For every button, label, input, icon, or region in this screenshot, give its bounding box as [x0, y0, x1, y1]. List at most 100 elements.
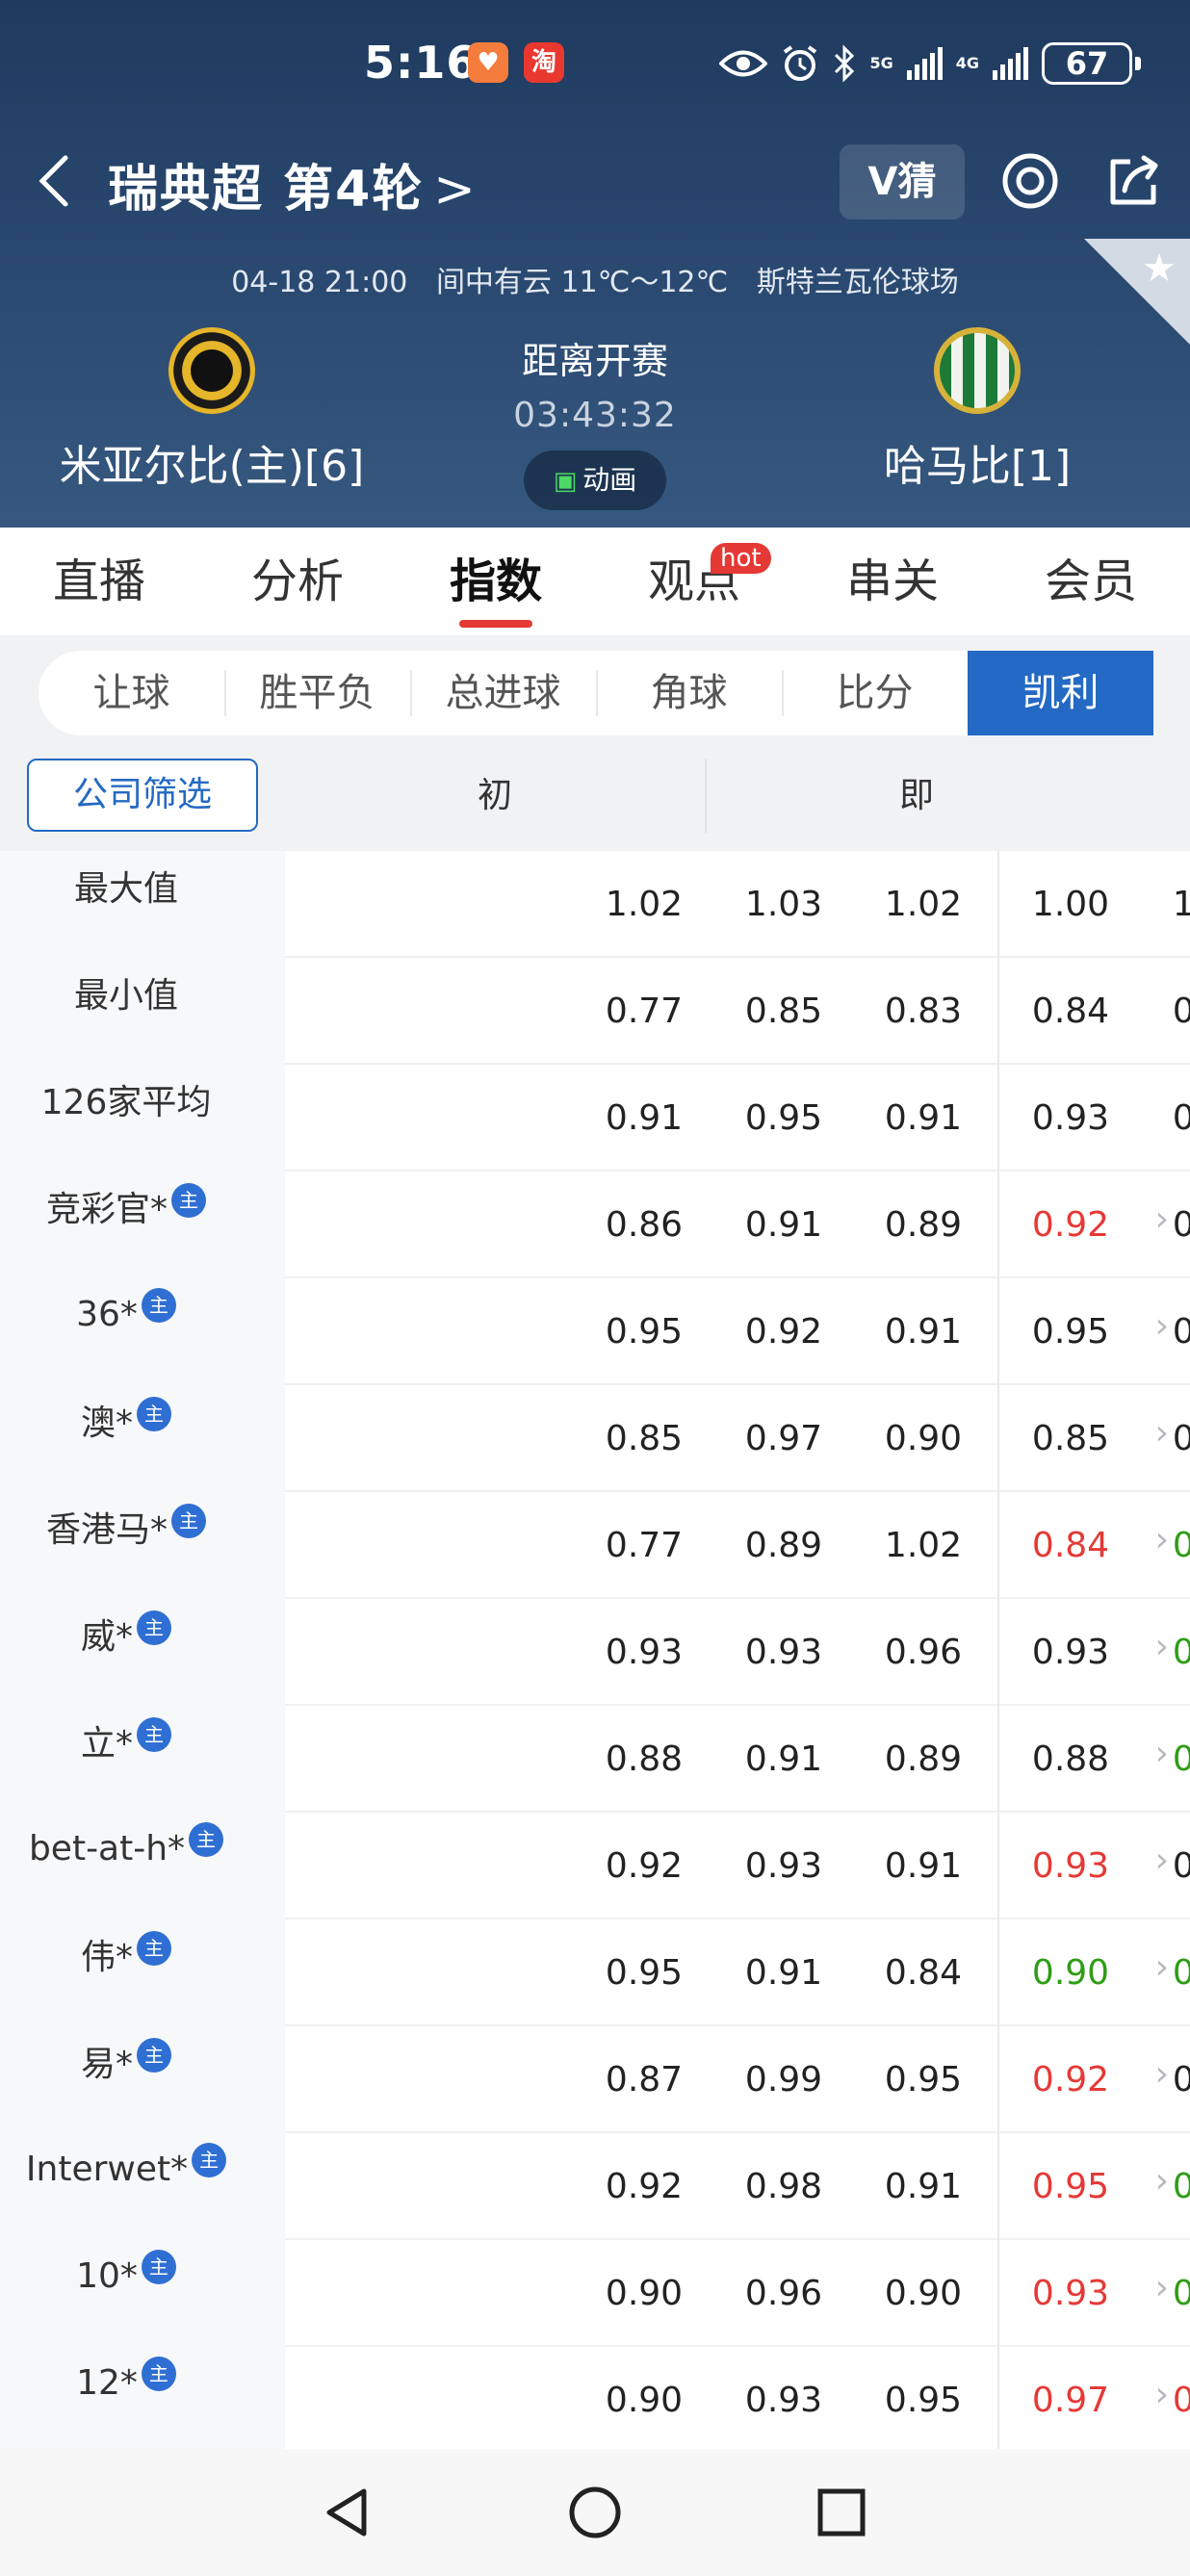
table-row[interactable]: 威*主0.930.930.960.930.920.95› — [0, 1599, 1190, 1706]
company-name-wrap: 竞彩官* 主 — [0, 1181, 252, 1231]
column-divider — [997, 1706, 999, 1813]
chevron-right-icon[interactable]: › — [1155, 2026, 1169, 2123]
app-notification-icon: ♥ — [468, 42, 508, 83]
odds-cells: 0.880.910.890.880.880.91› — [285, 1706, 1190, 1813]
initial-odds-cell: 0.77 — [605, 1526, 684, 1565]
hot-badge: hot — [711, 543, 771, 574]
column-divider — [997, 1813, 999, 1919]
table-row[interactable]: Interwet*主 0.920.980.910.950.920.95› — [0, 2133, 1190, 2240]
column-divider — [997, 1278, 999, 1385]
chevron-right-icon[interactable]: › — [1155, 2133, 1169, 2229]
table-row[interactable]: 立*主0.880.910.890.880.880.91› — [0, 1706, 1190, 1813]
initial-odds-cell: 0.98 — [744, 2167, 823, 2206]
chevron-right-icon[interactable]: › — [1155, 1599, 1169, 1695]
live-odds-cell: 0.93 — [1031, 1633, 1110, 1672]
initial-odds-cell: 0.92 — [744, 1312, 823, 1352]
v-guess-button[interactable]: V猜 — [840, 144, 965, 219]
company-name: 12* — [76, 2363, 138, 2403]
back-arrow-icon[interactable] — [29, 152, 87, 210]
odds-cells: 0.920.980.910.950.920.95› — [285, 2133, 1190, 2240]
company-name: bet-at-h* — [28, 1829, 186, 1868]
table-row[interactable]: 12*主0.900.930.950.970.950.94› — [0, 2347, 1190, 2449]
initial-odds-cell: 1.02 — [884, 1526, 963, 1565]
match-datetime: 04-18 21:00 — [231, 266, 408, 299]
signal-4g-icon — [993, 47, 1028, 80]
match-weather: 间中有云 11℃～12℃ — [435, 266, 729, 299]
subtab-corners[interactable]: 角球 — [596, 651, 782, 735]
tab-parlay[interactable]: 串关 — [793, 528, 992, 635]
initial-odds-cell: 0.91 — [744, 1739, 823, 1779]
subtab-1x2[interactable]: 胜平负 — [224, 651, 410, 735]
chevron-right-icon[interactable]: › — [1155, 1492, 1169, 1588]
odds-type-bar: 让球 胜平负 总进球 角球 比分 凯利 — [0, 635, 1190, 759]
table-row[interactable]: 伟*主0.950.910.840.900.890.89› — [0, 1919, 1190, 2026]
column-divider — [997, 1172, 999, 1278]
table-row[interactable]: 10*主0.900.960.900.930.930.93› — [0, 2240, 1190, 2347]
initial-odds-cell: 0.91 — [884, 1846, 963, 1886]
initial-odds-cell: 0.95 — [605, 1312, 684, 1352]
target-icon[interactable] — [999, 150, 1061, 212]
tab-odds[interactable]: 指数 — [397, 528, 595, 635]
initial-odds-cell: 0.90 — [884, 1419, 963, 1458]
company-name-wrap: Interwet* 主 — [0, 2143, 252, 2189]
table-row: 最小值0.770.850.830.840.850.82 — [0, 958, 1190, 1065]
home-team[interactable]: 米亚尔比(主)[6] — [19, 327, 404, 493]
table-row[interactable]: 36*主0.950.920.910.950.920.95› — [0, 1278, 1190, 1385]
chevron-right-icon[interactable]: › — [1155, 1278, 1169, 1375]
nav-home-icon[interactable] — [564, 2482, 626, 2543]
status-time: 5:16 — [364, 37, 479, 89]
table-row[interactable]: 易*主0.870.990.950.920.990.91› — [0, 2026, 1190, 2133]
nav-back-icon[interactable] — [318, 2482, 379, 2543]
initial-odds-cell: 0.91 — [884, 1312, 963, 1352]
subtab-kelly[interactable]: 凯利 — [968, 651, 1153, 735]
odds-cells: 0.900.930.950.970.950.94› — [285, 2347, 1190, 2449]
table-row[interactable]: 竞彩官*主0.860.910.890.920.910.85› — [0, 1172, 1190, 1278]
kickoff-countdown: 距离开赛 03:43:32 ▣ 动画 — [402, 331, 788, 510]
table-row[interactable]: bet-at-h*主0.920.930.910.930.930.93› — [0, 1813, 1190, 1919]
company-cell: 126家平均 — [0, 1065, 285, 1172]
company-filter-button[interactable]: 公司筛选 — [27, 759, 258, 832]
tab-member[interactable]: 会员 — [992, 528, 1190, 635]
column-divider — [997, 1599, 999, 1706]
chevron-right-icon[interactable]: › — [1155, 2347, 1169, 2443]
share-icon[interactable] — [1103, 150, 1165, 212]
away-team[interactable]: 哈马比[1] — [785, 327, 1170, 493]
table-row[interactable]: 澳*主0.850.970.900.850.970.90› — [0, 1385, 1190, 1492]
tab-analysis[interactable]: 分析 — [198, 528, 397, 635]
chevron-right-icon[interactable]: › — [1155, 1172, 1169, 1268]
live-odds-cell: 0.88 — [1031, 1739, 1110, 1779]
eye-icon — [719, 40, 768, 87]
company-cell: 10* 主 — [0, 2240, 285, 2347]
match-venue: 斯特兰瓦伦球场 — [756, 266, 959, 299]
company-name: 36* — [76, 1295, 138, 1334]
initial-odds-cell: 1.02 — [605, 885, 684, 924]
initial-odds-cell: 0.95 — [884, 2381, 963, 2420]
company-cell: 36* 主 — [0, 1278, 285, 1385]
star-icon[interactable]: ★ — [1142, 246, 1177, 291]
chevron-right-icon[interactable]: › — [1155, 2240, 1169, 2336]
tab-live[interactable]: 直播 — [0, 528, 198, 635]
main-company-badge: 主 — [137, 1931, 171, 1966]
chevron-right-icon[interactable]: › — [1155, 1813, 1169, 1909]
countdown-label: 距离开赛 — [521, 340, 668, 382]
odds-cells: 1.021.031.021.001.030.99 — [285, 851, 1190, 958]
match-title[interactable]: 瑞典超 第4轮 > — [108, 148, 478, 220]
subtab-score[interactable]: 比分 — [782, 651, 968, 735]
initial-odds-cell: 0.90 — [605, 2381, 684, 2420]
nav-recents-icon[interactable] — [811, 2482, 872, 2543]
subtab-total-goals[interactable]: 总进球 — [410, 651, 596, 735]
odds-cells: 0.920.930.910.930.930.93› — [285, 1813, 1190, 1919]
chevron-right-icon[interactable]: › — [1155, 1706, 1169, 1802]
battery-indicator: 67 — [1042, 42, 1141, 85]
chevron-right-icon[interactable]: › — [1155, 1919, 1169, 2016]
chevron-right-icon[interactable]: › — [1155, 1385, 1169, 1481]
animation-button[interactable]: ▣ 动画 — [524, 451, 666, 510]
company-name: 竞彩官* — [45, 1190, 168, 1229]
taobao-notification-icon: 淘 — [524, 42, 564, 83]
table-row[interactable]: 香港马*主0.770.891.020.840.880.94› — [0, 1492, 1190, 1599]
subtab-handicap[interactable]: 让球 — [39, 651, 224, 735]
live-odds-cell: 1.00 — [1031, 885, 1110, 924]
system-nav-bar — [0, 2449, 1190, 2576]
tab-opinions[interactable]: 观点 hot — [595, 528, 793, 635]
table-row: 最大值1.021.031.021.001.030.99 — [0, 851, 1190, 958]
